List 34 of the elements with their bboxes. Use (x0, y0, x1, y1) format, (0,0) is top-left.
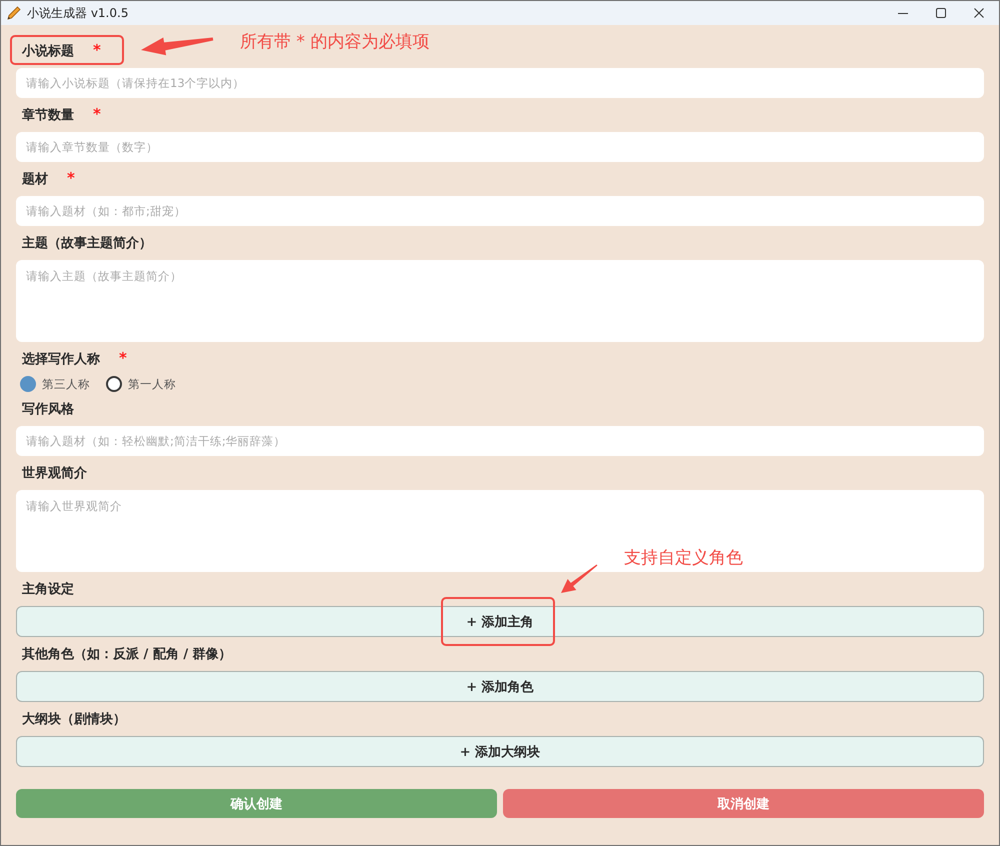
callout-text: 支持自定义角色 (624, 547, 743, 570)
option-label: 第三人称 (42, 376, 90, 392)
radio-button[interactable] (106, 376, 122, 392)
field-label: 小说标题 (22, 43, 74, 61)
text-input[interactable]: 请输入小说标题（请保持在13个字以内） (16, 68, 984, 98)
minimize-icon (898, 12, 908, 14)
callout-text: 所有带 * 的内容为必填项 (240, 31, 430, 54)
text-input[interactable]: 请输入题材（如：都市;甜宠） (16, 196, 984, 226)
text-area[interactable]: 请输入主题（故事主题简介） (16, 260, 984, 342)
window-title: 小说生成器 v1.0.5 (27, 5, 128, 21)
close-icon (974, 8, 984, 18)
field-label: 世界观简介 (22, 465, 87, 483)
arrow-icon (558, 562, 600, 596)
text-input[interactable]: 请输入章节数量（数字） (16, 132, 984, 162)
field-label: 章节数量 (22, 106, 74, 125)
field-label: 写作风格 (22, 401, 74, 419)
pencil-icon (7, 6, 21, 20)
option-label: 第一人称 (128, 376, 176, 392)
add-button[interactable]: + 添加角色 (16, 671, 984, 702)
field-label: 其他角色（如：反派 / 配角 / 群像） (22, 646, 232, 664)
field-label: 选择写作人称 (22, 351, 100, 369)
field-label: 题材 (22, 171, 48, 189)
radio-button[interactable] (20, 376, 36, 392)
required-mark: * (93, 40, 101, 60)
add-button[interactable]: + 添加主角 (16, 606, 984, 637)
text-input[interactable]: 请输入题材（如：轻松幽默;简洁干练;华丽辞藻） (16, 426, 984, 456)
maximize-icon (936, 8, 946, 18)
required-mark: * (119, 348, 127, 368)
field-label: 主题（故事主题简介） (22, 234, 152, 253)
field-label: 大纲块（剧情块） (22, 711, 126, 729)
field-label: 主角设定 (22, 580, 74, 599)
add-button[interactable]: + 添加大纲块 (16, 736, 984, 767)
required-mark: * (67, 168, 75, 188)
required-mark: * (93, 104, 101, 124)
